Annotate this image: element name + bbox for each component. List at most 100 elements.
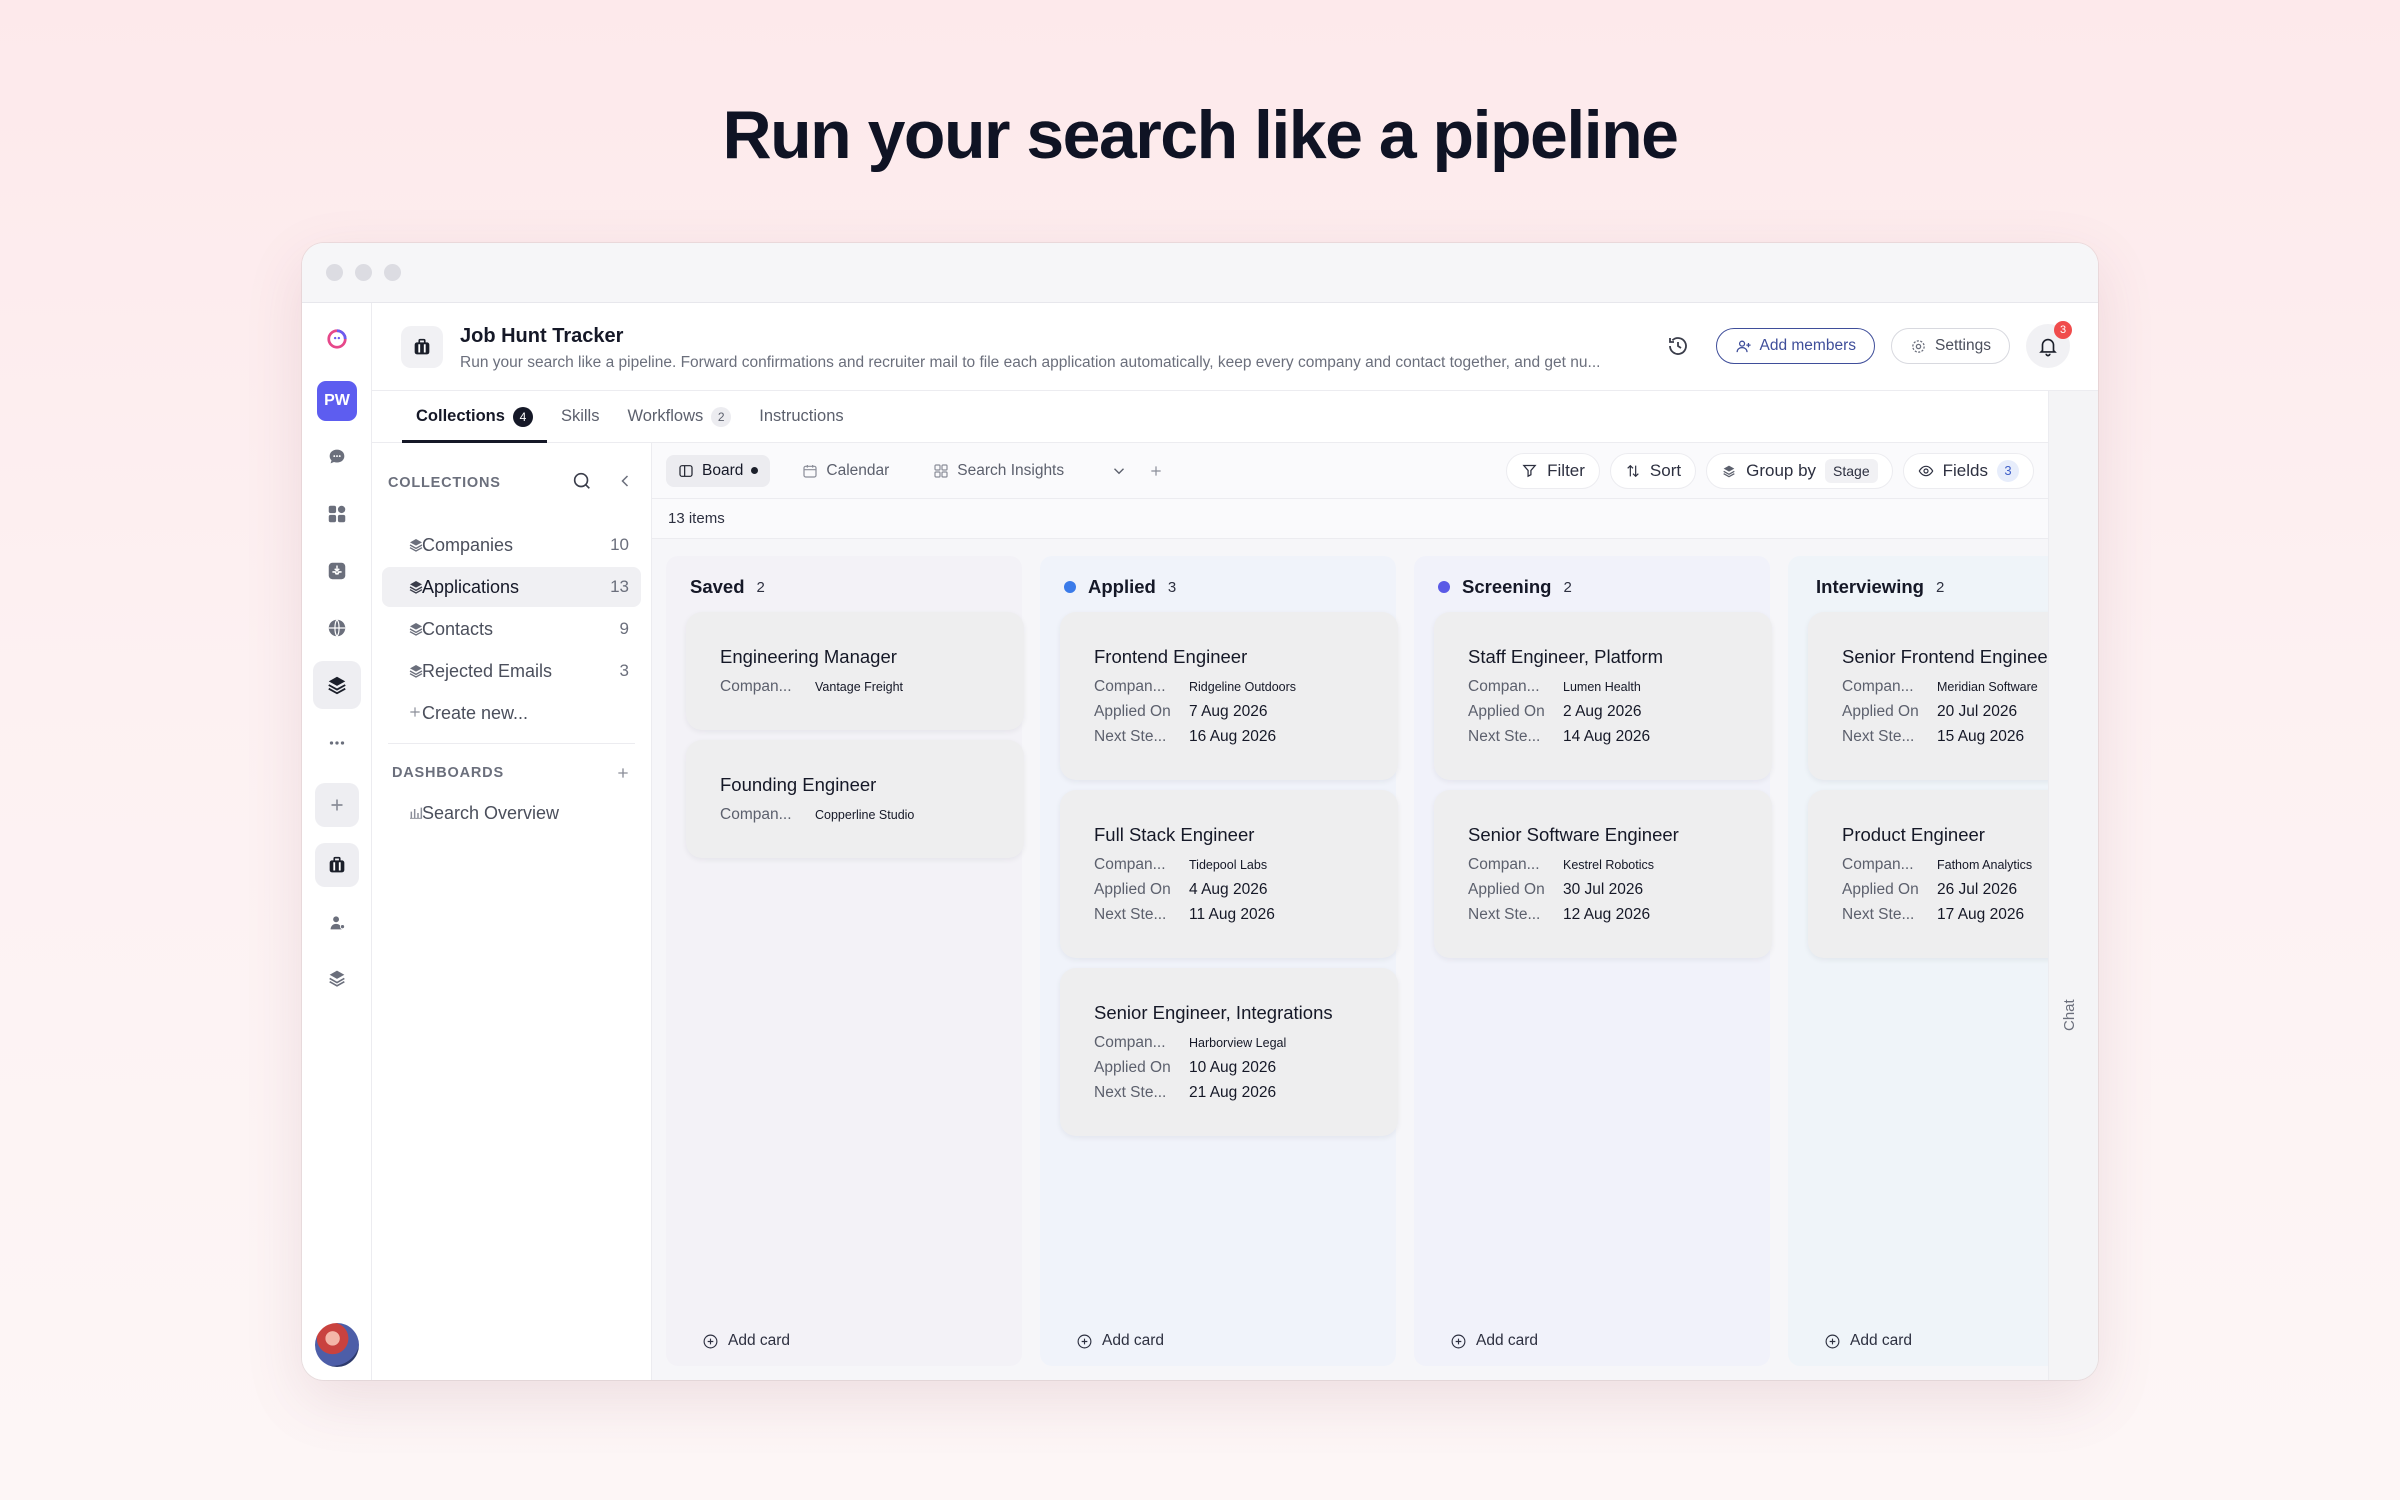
app-logo-icon[interactable] bbox=[313, 315, 361, 363]
tab-count-badge: 4 bbox=[512, 406, 533, 427]
view-tab-label: Calendar bbox=[826, 461, 890, 479]
sort-icon bbox=[1627, 464, 1639, 477]
sidebar-item-search-overview[interactable]: Search Overview bbox=[382, 793, 641, 833]
add-view-icon[interactable] bbox=[1148, 463, 1164, 479]
gear-icon bbox=[1912, 339, 1925, 353]
applied-on-label: Applied On bbox=[1842, 881, 1919, 898]
tab-instructions[interactable]: Instructions bbox=[745, 391, 857, 442]
add-card-button[interactable]: Add card bbox=[1450, 1332, 1538, 1350]
project-title: Job Hunt Tracker bbox=[460, 325, 624, 347]
card-title: Product Engineer bbox=[1842, 824, 1985, 845]
plus-circle-icon bbox=[703, 1334, 718, 1348]
job-card[interactable]: Senior Engineer, Integrations Compan... H… bbox=[1060, 968, 1398, 1136]
view-tab-search-insights[interactable]: Search Insights bbox=[921, 455, 1076, 487]
company-field-label: Compan... bbox=[1094, 1034, 1166, 1051]
more-horizontal-icon[interactable] bbox=[313, 719, 361, 767]
workspace-initials: PW bbox=[317, 381, 357, 421]
window-maximize-button[interactable] bbox=[384, 264, 401, 281]
view-tab-label: Search Insights bbox=[957, 461, 1065, 479]
board-area: Board Calendar Search Insights Filter So… bbox=[652, 443, 2048, 1380]
sidebar-item-companies[interactable]: Companies 10 bbox=[382, 525, 641, 565]
fields-label: Fields bbox=[1942, 460, 1988, 480]
sidebar-item-applications[interactable]: Applications 13 bbox=[382, 567, 641, 607]
add-card-button[interactable]: Add card bbox=[1076, 1332, 1164, 1350]
apps-grid-icon[interactable] bbox=[313, 490, 361, 538]
column-header: Screening 2 bbox=[1438, 576, 1572, 598]
add-card-button[interactable]: Add card bbox=[1824, 1332, 1912, 1350]
project-header: Job Hunt Tracker Run your search like a … bbox=[372, 303, 2098, 391]
fields-button[interactable]: Fields 3 bbox=[1902, 452, 2034, 489]
job-card[interactable]: Frontend Engineer Compan... Ridgeline Out… bbox=[1060, 612, 1398, 780]
job-card[interactable]: Full Stack Engineer Compan... Tidepool La… bbox=[1060, 790, 1398, 958]
sidebar-item-contacts[interactable]: Contacts 9 bbox=[382, 609, 641, 649]
create-new-collection-button[interactable]: Create new... bbox=[382, 693, 641, 733]
applied-on-value: 2 Aug 2026 bbox=[1563, 703, 1642, 720]
sort-button[interactable]: Sort bbox=[1609, 452, 1697, 489]
board-column-applied: Applied 3 Frontend Engineer Compan... Rid… bbox=[1040, 556, 1398, 1366]
job-card[interactable]: Engineering Manager Compan... Vantage Fre… bbox=[686, 612, 1024, 730]
hero-title: Run your search like a pipeline bbox=[722, 97, 1679, 173]
workspace-switcher[interactable]: PW bbox=[313, 377, 361, 425]
project-tabs: Collections 4 Skills Workflows 2 Instruc… bbox=[372, 391, 2048, 443]
board-toolbar: Board Calendar Search Insights Filter So… bbox=[652, 443, 2048, 499]
column-header: Applied 3 bbox=[1064, 576, 1176, 598]
settings-label: Settings bbox=[1934, 337, 1991, 354]
briefcase-icon bbox=[401, 326, 443, 368]
chat-panel-toggle[interactable]: Chat bbox=[2048, 391, 2098, 1380]
search-icon[interactable] bbox=[571, 470, 593, 492]
next-step-value: 16 Aug 2026 bbox=[1189, 728, 1277, 745]
add-members-button[interactable]: Add members bbox=[1715, 328, 1875, 364]
tab-skills[interactable]: Skills bbox=[547, 391, 614, 442]
chevron-down-icon[interactable] bbox=[1110, 462, 1128, 480]
company-value: Harborview Legal bbox=[1189, 1036, 1287, 1050]
filter-icon bbox=[1522, 464, 1537, 478]
bell-icon bbox=[2039, 338, 2057, 357]
user-avatar[interactable] bbox=[313, 1321, 361, 1369]
company-field-label: Compan... bbox=[720, 806, 792, 823]
chat-bubble-icon[interactable] bbox=[313, 433, 361, 481]
settings-button[interactable]: Settings bbox=[1890, 328, 2010, 364]
card-title: Founding Engineer bbox=[720, 774, 877, 795]
add-card-label: Add card bbox=[1850, 1332, 1913, 1349]
applied-on-value: 4 Aug 2026 bbox=[1189, 881, 1268, 898]
collapse-chevron-icon[interactable] bbox=[615, 470, 635, 492]
job-card[interactable]: Founding Engineer Compan... Copperline St… bbox=[686, 740, 1024, 858]
job-card[interactable]: Staff Engineer, Platform Compan... Lumen … bbox=[1434, 612, 1772, 780]
history-icon[interactable] bbox=[1666, 334, 1690, 358]
card-title: Senior Frontend Engineer bbox=[1842, 646, 2048, 667]
stage-color-dot bbox=[1064, 581, 1076, 593]
company-field-label: Compan... bbox=[1468, 678, 1540, 695]
filter-button[interactable]: Filter bbox=[1506, 452, 1600, 489]
sidebar-item-rejected-emails[interactable]: Rejected Emails 3 bbox=[382, 651, 641, 691]
user-network-icon[interactable] bbox=[313, 899, 361, 947]
job-card[interactable]: Product Engineer Compan... Fathom Analyti… bbox=[1808, 790, 2048, 958]
sort-label: Sort bbox=[1649, 460, 1682, 480]
add-card-button[interactable]: Add card bbox=[702, 1332, 790, 1350]
card-title: Senior Engineer, Integrations bbox=[1094, 1002, 1333, 1023]
sidebar-item-label: Contacts bbox=[422, 618, 494, 639]
window-minimize-button[interactable] bbox=[355, 264, 372, 281]
add-project-button[interactable] bbox=[315, 783, 359, 827]
job-card[interactable]: Senior Frontend Engineer Compan... Meridi… bbox=[1808, 612, 2048, 780]
window-close-button[interactable] bbox=[326, 264, 343, 281]
layers-icon[interactable] bbox=[313, 954, 361, 1002]
tab-workflows[interactable]: Workflows 2 bbox=[613, 391, 745, 442]
stack-icon bbox=[409, 581, 423, 594]
globe-icon[interactable] bbox=[313, 604, 361, 652]
tab-collections[interactable]: Collections 4 bbox=[402, 391, 547, 443]
job-card[interactable]: Senior Software Engineer Compan... Kestre… bbox=[1434, 790, 1772, 958]
tab-count-badge: 2 bbox=[711, 406, 732, 427]
applied-on-label: Applied On bbox=[1094, 1059, 1171, 1076]
sidebar-item-label: Rejected Emails bbox=[422, 660, 553, 681]
collections-stack-icon[interactable] bbox=[313, 661, 361, 709]
notifications-button[interactable]: 3 bbox=[2026, 321, 2072, 368]
inbox-icon[interactable] bbox=[313, 547, 361, 595]
group-by-button[interactable]: Group by Stage bbox=[1706, 452, 1893, 489]
view-tab-calendar[interactable]: Calendar bbox=[790, 455, 901, 487]
view-tab-board[interactable]: Board bbox=[666, 454, 771, 487]
add-dashboard-icon[interactable] bbox=[615, 765, 631, 781]
briefcase-project-icon[interactable] bbox=[315, 843, 359, 887]
next-step-label: Next Ste... bbox=[1468, 728, 1541, 745]
next-step-value: 21 Aug 2026 bbox=[1189, 1084, 1277, 1101]
card-title: Staff Engineer, Platform bbox=[1468, 646, 1664, 667]
